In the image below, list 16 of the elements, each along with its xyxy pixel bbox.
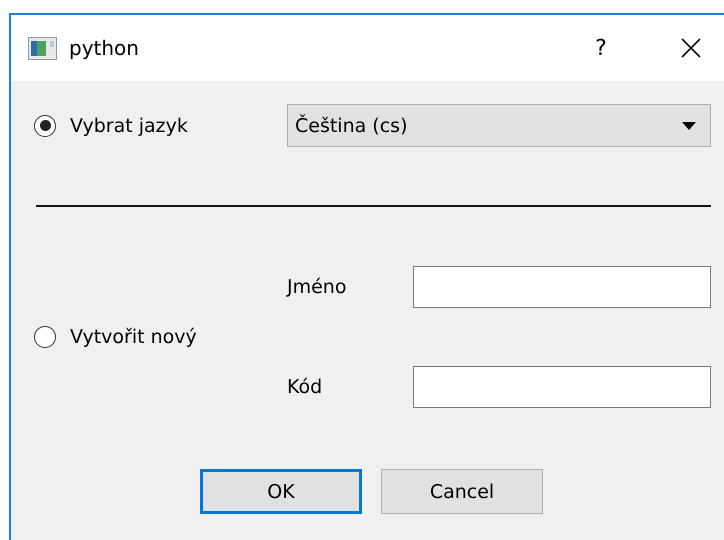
input-field[interactable] [413,266,711,308]
field-label: Jméno [287,276,348,298]
radio-button[interactable] [34,114,56,136]
window-title: python [69,36,140,60]
radio-button[interactable] [34,326,56,348]
language-dropdown[interactable]: Čeština (cs) [287,104,711,147]
close-icon [681,38,701,58]
radio-label[interactable]: Vytvořit nový [70,326,197,348]
app-icon [28,36,57,60]
dropdown-arrow-icon [682,122,696,130]
help-button[interactable]: ? [581,36,621,60]
dialog-button[interactable]: Cancel [381,469,543,514]
input-field[interactable] [413,366,711,408]
dialog-button[interactable]: OK [200,469,362,514]
radio-label[interactable]: Vybrat jazyk [70,114,188,136]
field-label: Kód [287,376,324,398]
